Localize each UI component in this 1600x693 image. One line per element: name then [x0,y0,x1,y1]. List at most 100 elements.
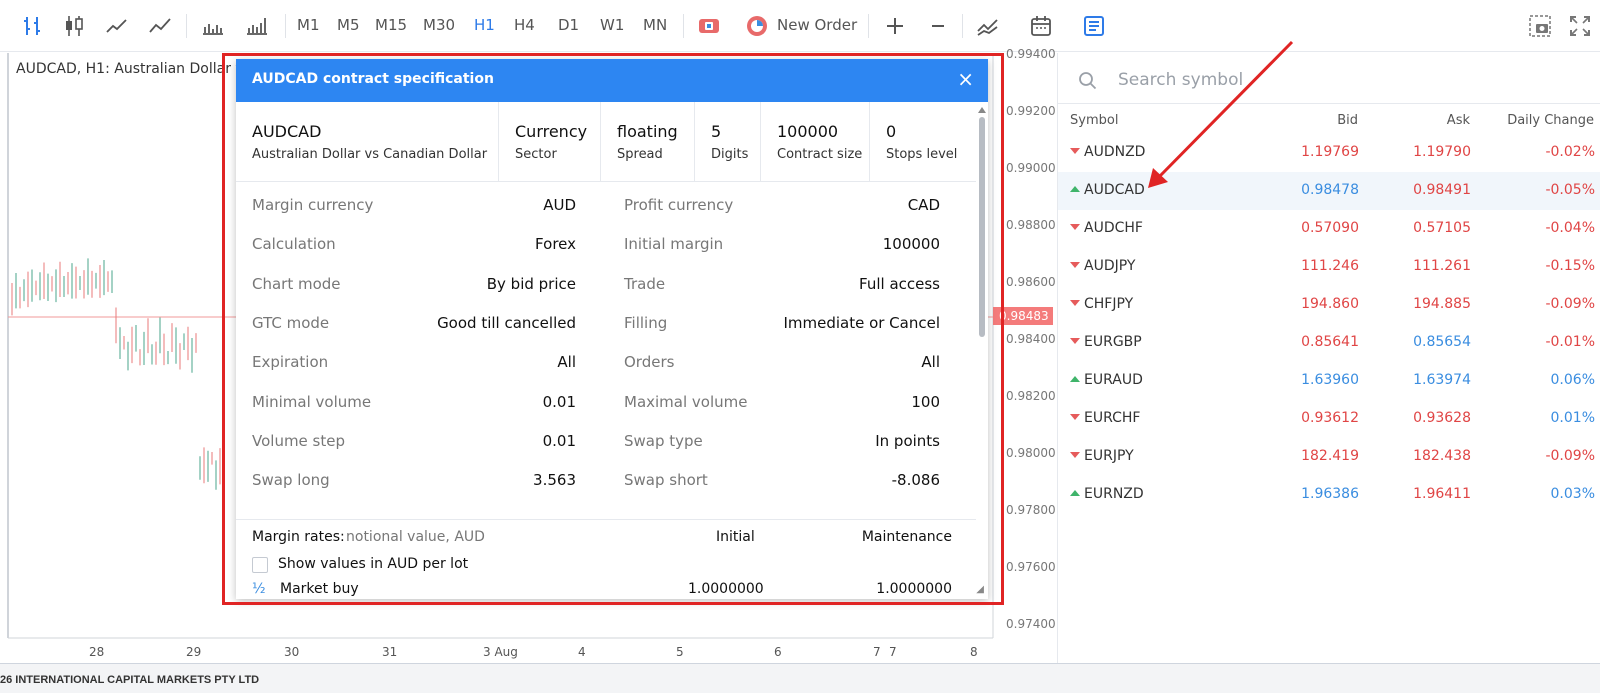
date-tick-label: 5 [676,645,684,659]
scroll-up-icon[interactable] [978,107,986,113]
bar-chart-icon[interactable] [20,13,46,39]
symbol-name: EURCHF [1084,410,1141,426]
zoom-out-icon[interactable] [925,13,951,39]
bid-price: 1.19769 [1301,144,1359,160]
spec-key: Maximal volume [624,392,748,411]
price-tick-label: 0.99400 [1006,47,1056,61]
symbol-row[interactable]: AUDNZD 1.19769 1.19790 -0.02% [1058,134,1600,172]
show-values-per-lot-label[interactable]: Show values in AUD per lot [278,556,468,572]
spec-key: Swap short [624,471,708,490]
spec-key: Filling [624,313,668,332]
spec-value: 3.563 [533,471,576,490]
ask-price: 1.96411 [1413,486,1471,502]
tf-h4[interactable]: H4 [514,16,535,34]
dialog-scrollbar[interactable] [978,107,986,589]
candlestick-icon[interactable] [61,13,87,39]
col-ask[interactable]: Ask [1447,113,1470,128]
contract-size-label: Contract size [777,147,863,162]
daily-change: -0.05% [1545,182,1595,198]
search-symbol-field[interactable]: Search symbol [1076,67,1576,97]
spec-row: Chart mode By bid price Trade Full access [236,275,976,315]
summary-spread: floating Spread [600,102,694,182]
resize-handle-icon[interactable]: ◢ [976,584,984,595]
spec-row: Expiration All Orders All [236,353,976,393]
daily-change: 0.06% [1550,372,1595,388]
col-daily-change[interactable]: Daily Change [1507,113,1594,128]
ask-price: 1.19790 [1413,144,1471,160]
spec-value: 100 [911,392,940,411]
zoom-in-icon[interactable] [882,13,908,39]
symbol-row[interactable]: AUDCAD 0.98478 0.98491 -0.05% [1058,172,1600,210]
symbol-row[interactable]: EURNZD 1.96386 1.96411 0.03% [1058,476,1600,514]
symbol-row[interactable]: AUDJPY 111.246 111.261 -0.15% [1058,248,1600,286]
ask-price: 0.98491 [1413,182,1471,198]
tf-m30[interactable]: M30 [423,16,455,34]
triangle-down-icon [1070,224,1080,230]
summary-symbol: AUDCAD Australian Dollar vs Canadian Dol… [236,102,498,182]
tf-m15[interactable]: M15 [375,16,407,34]
symbol-row[interactable]: EURGBP 0.85641 0.85654 -0.01% [1058,324,1600,362]
spec-key: Swap long [252,471,330,490]
volume-icon[interactable] [200,13,226,39]
symbol-row[interactable]: EURCHF 0.93612 0.93628 0.01% [1058,400,1600,438]
col-symbol[interactable]: Symbol [1070,113,1118,128]
bid-price: 182.419 [1301,448,1359,464]
triangle-down-icon [1070,148,1080,154]
indicators-icon[interactable] [975,13,1001,39]
tf-w1[interactable]: W1 [600,16,624,34]
symbol-row[interactable]: CHFJPY 194.860 194.885 -0.09% [1058,286,1600,324]
spread-label: Spread [617,147,663,162]
ask-price: 0.93628 [1413,410,1471,426]
symbol-name: EURNZD [1084,486,1144,502]
spec-value: 0.01 [542,392,576,411]
spec-key: Expiration [252,353,329,372]
symbol-row[interactable]: AUDCHF 0.57090 0.57105 -0.04% [1058,210,1600,248]
daily-change: 0.03% [1550,486,1595,502]
calendar-icon[interactable] [1028,13,1054,39]
date-tick-label: 8 [970,645,978,659]
bid-price: 1.96386 [1301,486,1359,502]
fullscreen-icon[interactable] [1567,13,1593,39]
price-tick-label: 0.98400 [1006,332,1056,346]
col-bid[interactable]: Bid [1337,113,1358,128]
line-chart-icon[interactable] [104,13,130,39]
ask-price: 1.63974 [1413,372,1471,388]
margin-rates-subtitle: notional value, AUD [346,529,485,545]
spec-key: Calculation [252,235,336,254]
tf-h1[interactable]: H1 [474,16,495,34]
spec-key: Initial margin [624,235,724,254]
ask-price: 182.438 [1413,448,1471,464]
sector-value: Currency [515,122,588,141]
symbol-row[interactable]: EURJPY 182.419 182.438 -0.09% [1058,438,1600,476]
tf-d1[interactable]: D1 [558,16,579,34]
tick-volume-icon[interactable] [244,13,270,39]
scroll-thumb[interactable] [979,117,985,337]
screenshot-icon[interactable] [1527,13,1553,39]
spec-value: -8.086 [891,471,940,490]
bid-price: 1.63960 [1301,372,1359,388]
symbols-panel: Search symbol Symbol Bid Ask Daily Chang… [1057,53,1600,663]
close-icon[interactable]: × [957,69,974,89]
specification-icon[interactable] [1081,13,1107,39]
dialog-header: AUDCAD contract specification × [236,59,988,102]
show-values-per-lot-checkbox[interactable] [252,557,268,573]
symbol-name: AUDCHF [1084,220,1143,236]
stops-level-value: 0 [886,122,897,141]
tf-m5[interactable]: M5 [337,16,360,34]
margin-maintenance-header: Maintenance [861,529,952,545]
area-chart-icon[interactable] [147,13,173,39]
price-tick-label: 0.98000 [1006,446,1056,460]
tf-mn[interactable]: MN [643,16,667,34]
date-tick-label: 29 [186,645,202,659]
symbol-row[interactable]: EURAUD 1.63960 1.63974 0.06% [1058,362,1600,400]
spec-value: Forex [535,235,576,254]
new-order-icon [745,14,769,38]
one-click-trading-icon[interactable] [696,13,722,39]
spec-value: By bid price [486,274,576,293]
tf-m1[interactable]: M1 [297,16,320,34]
daily-change: -0.09% [1545,448,1595,464]
summary-sector: Currency Sector [498,102,600,182]
daily-change: -0.01% [1545,334,1595,350]
symbol-name: AUDNZD [1084,144,1146,160]
price-tick-label: 0.98600 [1006,275,1056,289]
